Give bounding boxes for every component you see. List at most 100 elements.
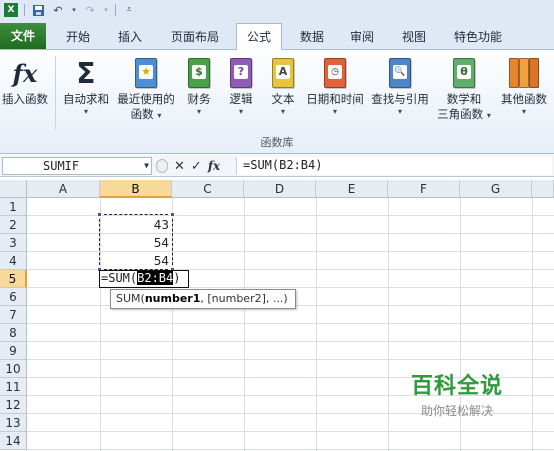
cell-b5-editor[interactable]: =SUM(B2:B4) xyxy=(99,270,189,288)
edit-formula-suffix: ) xyxy=(173,271,181,285)
tab-review[interactable]: 审阅 xyxy=(340,24,384,50)
range-marquee-b2-b4 xyxy=(97,212,175,272)
watermark-subtitle: 助你轻松解决 xyxy=(420,404,493,418)
redo-icon[interactable]: ↷ xyxy=(83,3,97,17)
row-header-7[interactable]: 7 xyxy=(0,306,27,324)
tab-data[interactable]: 数据 xyxy=(290,24,334,50)
tooltip-function-name[interactable]: SUM( xyxy=(116,292,145,305)
undo-icon[interactable]: ↶ xyxy=(51,3,65,17)
autosum-button[interactable]: Σ 自动求和 ▾ xyxy=(58,56,114,117)
worksheet-grid[interactable]: A B C D E F G 1 2 3 4 5 6 7 8 9 10 11 12… xyxy=(0,180,554,451)
name-box-value: SUMIF xyxy=(43,159,80,173)
range-handle[interactable] xyxy=(170,212,175,217)
name-box[interactable]: SUMIF ▼ xyxy=(2,157,152,175)
column-header-c[interactable]: C xyxy=(172,180,244,198)
ribbon-formulas: fx 插入函数 Σ 自动求和 ▾ ★ 最近使用的 函数 ▾ $ 财务 ▾ ? 逻… xyxy=(0,50,554,154)
lookup-dropdown-icon: ▾ xyxy=(397,107,402,116)
recently-used-button[interactable]: ★ 最近使用的 函数 ▾ xyxy=(114,56,178,122)
date-time-label: 日期和时间 xyxy=(306,92,364,106)
row-header-13[interactable]: 13 xyxy=(0,414,27,432)
math-trig-label-2: 三角函数 xyxy=(437,107,484,121)
tab-insert[interactable]: 插入 xyxy=(108,24,152,50)
row-header-10[interactable]: 10 xyxy=(0,360,27,378)
qat-separator xyxy=(115,4,116,16)
recently-used-label: 最近使用的 xyxy=(117,92,175,106)
logical-label: 逻辑 xyxy=(229,92,253,106)
clock-icon: ◷ xyxy=(328,65,342,79)
tab-file[interactable]: 文件 xyxy=(0,23,46,49)
customize-qat-icon[interactable]: ⩡ xyxy=(122,3,136,17)
column-header-b[interactable]: B xyxy=(100,180,172,198)
gridline xyxy=(27,341,554,342)
more-functions-button[interactable]: 其他函数 ▾ xyxy=(496,56,552,117)
row-header-4[interactable]: 4 xyxy=(0,252,27,270)
row-header-14[interactable]: 14 xyxy=(0,432,27,450)
row-header-9[interactable]: 9 xyxy=(0,342,27,360)
excel-logo-icon: X xyxy=(4,3,18,17)
ribbon-tabs: 文件 开始 插入 页面布局 公式 数据 审阅 视图 特色功能 xyxy=(0,20,554,50)
tab-special-features[interactable]: 特色功能 xyxy=(446,24,510,50)
quick-access-toolbar: X ↶ ▾ ↷ ▾ ⩡ xyxy=(0,0,554,20)
column-header-e[interactable]: E xyxy=(316,180,388,198)
range-handle[interactable] xyxy=(97,212,102,217)
row-header-3[interactable]: 3 xyxy=(0,234,27,252)
row-header-1[interactable]: 1 xyxy=(0,198,27,216)
tab-home[interactable]: 开始 xyxy=(56,24,100,50)
financial-button[interactable]: $ 财务 ▾ xyxy=(180,56,218,117)
tab-page-layout[interactable]: 页面布局 xyxy=(162,24,228,50)
function-argument-tooltip: SUM(number1, [number2], ...) xyxy=(110,289,296,309)
recently-used-dropdown-icon: ▾ xyxy=(157,111,162,120)
column-header-d[interactable]: D xyxy=(244,180,316,198)
financial-dropdown-icon: ▾ xyxy=(196,107,201,116)
insert-function-button[interactable]: fx 插入函数 xyxy=(0,56,50,107)
row-header-8[interactable]: 8 xyxy=(0,324,27,342)
row-header-5[interactable]: 5 xyxy=(0,270,27,288)
logical-button[interactable]: ? 逻辑 ▾ xyxy=(222,56,260,117)
undo-dropdown-icon[interactable]: ▾ xyxy=(71,3,77,17)
tab-view[interactable]: 视图 xyxy=(392,24,436,50)
lookup-reference-button[interactable]: 🔍 查找与引用 ▾ xyxy=(368,56,432,117)
tooltip-current-argument[interactable]: number1 xyxy=(145,292,201,305)
save-icon[interactable] xyxy=(31,3,45,17)
math-trig-button[interactable]: θ 数学和 三角函数 ▾ xyxy=(434,56,494,122)
qat-separator xyxy=(24,4,25,16)
enter-icon[interactable]: ✓ xyxy=(191,159,202,174)
formula-input[interactable]: =SUM(B2:B4) xyxy=(236,157,552,175)
row-header-2[interactable]: 2 xyxy=(0,216,27,234)
row-header-12[interactable]: 12 xyxy=(0,396,27,414)
logical-dropdown-icon: ▾ xyxy=(238,107,243,116)
tab-formulas[interactable]: 公式 xyxy=(236,23,282,50)
text-functions-button[interactable]: A 文本 ▾ xyxy=(264,56,302,117)
sigma-icon: Σ xyxy=(76,56,96,90)
cancel-icon[interactable]: ✕ xyxy=(174,159,185,174)
math-book-icon: θ xyxy=(449,56,479,90)
column-header-g[interactable]: G xyxy=(460,180,532,198)
formula-buttons: ✕ ✓ fx xyxy=(156,157,220,175)
row-header-6[interactable]: 6 xyxy=(0,288,27,306)
column-header-a[interactable]: A xyxy=(27,180,100,198)
financial-book-icon: $ xyxy=(184,56,214,90)
insert-function-fx-icon[interactable]: fx xyxy=(208,159,220,173)
fx-icon: fx xyxy=(12,58,38,88)
name-box-dropdown-icon[interactable]: ▼ xyxy=(144,158,149,174)
financial-label: 财务 xyxy=(187,92,211,106)
formula-bar: SUMIF ▼ ✕ ✓ fx =SUM(B2:B4) xyxy=(0,155,554,177)
column-header-f[interactable]: F xyxy=(388,180,460,198)
group-separator xyxy=(55,56,56,130)
function-library-group-label: 函数库 xyxy=(260,136,294,149)
date-time-book-icon: ◷ xyxy=(320,56,350,90)
star-book-icon: ★ xyxy=(131,56,161,90)
lookup-book-icon: 🔍 xyxy=(385,56,415,90)
gridline xyxy=(27,449,554,450)
row-header-11[interactable]: 11 xyxy=(0,378,27,396)
resize-handle-icon[interactable] xyxy=(156,159,168,173)
column-header-h[interactable] xyxy=(532,180,554,198)
select-all-corner[interactable] xyxy=(0,180,27,198)
date-time-button[interactable]: ◷ 日期和时间 ▾ xyxy=(302,56,368,117)
edit-formula-range-ref: B2:B4 xyxy=(137,271,174,285)
watermark-title: 百科全说 xyxy=(410,374,503,399)
redo-dropdown-icon[interactable]: ▾ xyxy=(103,3,109,17)
more-functions-label: 其他函数 xyxy=(501,92,547,106)
math-trig-dropdown-icon: ▾ xyxy=(486,111,491,120)
gridline xyxy=(27,359,554,360)
